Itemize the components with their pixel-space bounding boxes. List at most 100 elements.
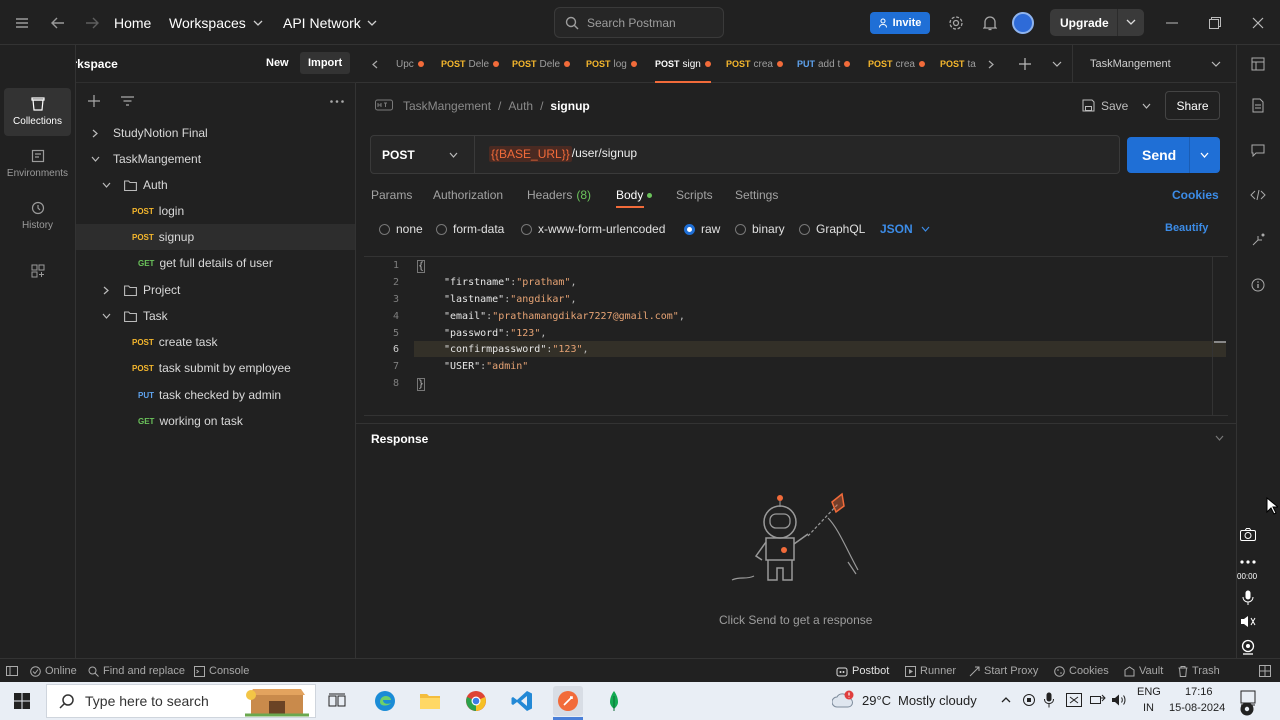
request-task-checked[interactable]: PUT task checked by admin <box>76 382 355 408</box>
documentation-icon[interactable] <box>1252 98 1264 113</box>
collection-studynotion[interactable]: StudyNotion Final <box>76 120 355 146</box>
new-tab-plus-icon[interactable] <box>1019 58 1031 70</box>
environment-quick-look-icon[interactable] <box>1251 57 1265 71</box>
input-language[interactable]: ENG <box>1137 686 1161 698</box>
tab-post-task[interactable]: POST ta <box>940 45 980 83</box>
tab-post-login[interactable]: POST log <box>586 45 642 83</box>
url-input[interactable]: {{BASE_URL}} /user/signup <box>489 146 637 162</box>
request-task-submit[interactable]: POST task submit by employee <box>76 355 355 381</box>
file-explorer-icon[interactable] <box>415 686 445 716</box>
beautify-link[interactable]: Beautify <box>1165 222 1208 234</box>
filter-icon[interactable] <box>121 96 134 106</box>
more-options-icon[interactable] <box>1240 560 1256 564</box>
folder-task[interactable]: Task <box>76 303 355 329</box>
trash[interactable]: Trash <box>1178 659 1220 683</box>
postbot[interactable]: Postbot <box>836 659 889 683</box>
nav-apps[interactable] <box>4 249 71 293</box>
radio-urlencoded[interactable]: x-www-form-urlencoded <box>521 222 665 236</box>
tray-volume-icon[interactable] <box>1111 693 1127 707</box>
radio-binary[interactable]: binary <box>735 222 785 236</box>
tray-microphone-icon[interactable] <box>1044 692 1054 708</box>
tabs-dropdown-icon[interactable] <box>1052 61 1062 67</box>
share-button[interactable]: Share <box>1165 91 1220 120</box>
minimize-window-icon[interactable] <box>1162 13 1182 33</box>
postman-app-icon[interactable] <box>553 686 583 716</box>
cookies-status[interactable]: Cookies <box>1054 659 1109 683</box>
format-select[interactable]: JSON <box>880 222 930 236</box>
notifications-bell-icon[interactable] <box>980 13 1000 33</box>
webcam-icon[interactable] <box>1240 639 1256 655</box>
request-create-task[interactable]: POST create task <box>76 329 355 355</box>
tab-headers[interactable]: Headers (8) <box>527 188 591 202</box>
user-avatar[interactable] <box>1012 12 1034 34</box>
breadcrumb-folder[interactable]: Auth <box>508 99 533 113</box>
tab-upcoming[interactable]: Upc <box>396 45 430 83</box>
tray-battery-icon[interactable] <box>1090 693 1106 707</box>
chevron-down-icon[interactable] <box>1126 19 1136 25</box>
find-replace[interactable]: Find and replace <box>88 659 185 683</box>
breadcrumb-collection[interactable]: TaskMangement <box>403 99 491 113</box>
tab-body[interactable]: Body <box>616 188 653 208</box>
forward-arrow-icon[interactable] <box>82 13 102 33</box>
tray-screen-icon[interactable] <box>1066 693 1082 707</box>
tab-authorization[interactable]: Authorization <box>433 188 503 202</box>
taskbar-search[interactable]: Type here to search <box>46 684 316 718</box>
comments-icon[interactable] <box>1251 144 1265 157</box>
camera-icon[interactable] <box>1240 528 1256 541</box>
request-signup[interactable]: POST signup <box>76 224 355 250</box>
radio-form-data[interactable]: form-data <box>436 222 504 236</box>
show-hidden-icons-chevron[interactable] <box>1001 697 1011 703</box>
chrome-browser-icon[interactable] <box>461 686 491 716</box>
send-dropdown-icon[interactable] <box>1200 152 1209 158</box>
radio-graphql[interactable]: GraphQL <box>799 222 865 236</box>
breadcrumb-request[interactable]: signup <box>550 99 589 113</box>
home-link[interactable]: Home <box>114 0 151 45</box>
task-view-icon[interactable] <box>322 686 352 716</box>
scroll-tabs-left-icon[interactable] <box>372 60 378 69</box>
edge-browser-icon[interactable] <box>370 686 400 716</box>
online-status[interactable]: Online <box>30 659 77 683</box>
upgrade-button[interactable]: Upgrade <box>1050 9 1144 36</box>
recorder-settings-gear-icon[interactable] <box>1240 702 1254 716</box>
microphone-icon[interactable] <box>1242 590 1254 606</box>
new-button[interactable]: New <box>258 52 297 74</box>
response-header[interactable]: Response <box>356 423 1236 451</box>
workspaces-menu[interactable]: Workspaces <box>169 0 263 45</box>
tab-post-delete-1[interactable]: POST Dele <box>441 45 501 83</box>
menu-icon[interactable] <box>12 13 32 33</box>
start-proxy[interactable]: Start Proxy <box>969 659 1038 683</box>
mongodb-compass-icon[interactable] <box>599 686 629 716</box>
tray-app-icon[interactable] <box>1022 693 1036 707</box>
related-collections-icon[interactable] <box>1251 233 1265 247</box>
console[interactable]: Console <box>194 659 249 683</box>
tab-post-create-2[interactable]: POST crea <box>868 45 930 83</box>
settings-gear-icon[interactable] <box>946 13 966 33</box>
request-get-user-details[interactable]: GET get full details of user <box>76 250 355 276</box>
close-window-icon[interactable] <box>1248 13 1268 33</box>
clock-time[interactable]: 17:16 <box>1185 686 1213 698</box>
folder-auth[interactable]: Auth <box>76 172 355 198</box>
body-code-editor[interactable]: 1 { 2 "firstname":"pratham", 3 "lastname… <box>364 256 1228 416</box>
nav-collections[interactable]: Collections <box>4 88 71 136</box>
runner[interactable]: Runner <box>905 659 956 683</box>
tab-params[interactable]: Params <box>371 188 412 202</box>
collection-taskmangement[interactable]: TaskMangement <box>76 146 355 172</box>
info-icon[interactable] <box>1251 278 1265 292</box>
toggle-sidebar-icon[interactable] <box>6 659 18 683</box>
folder-project[interactable]: Project <box>76 277 355 303</box>
vault[interactable]: Vault <box>1124 659 1163 683</box>
layout-grid-icon[interactable] <box>1259 665 1271 677</box>
request-working-on-task[interactable]: GET working on task <box>76 408 355 434</box>
speaker-icon[interactable] <box>1240 615 1256 628</box>
tab-put-add[interactable]: PUT add t <box>797 45 855 83</box>
method-select[interactable]: POST <box>371 136 475 173</box>
radio-raw[interactable]: raw <box>684 222 720 236</box>
import-button[interactable]: Import <box>300 52 351 74</box>
tab-settings[interactable]: Settings <box>735 188 778 202</box>
tab-post-create[interactable]: POST crea <box>726 45 788 83</box>
scroll-tabs-right-icon[interactable] <box>988 60 994 69</box>
api-network-menu[interactable]: API Network <box>283 0 377 45</box>
code-snippet-icon[interactable] <box>1250 190 1266 200</box>
nav-history[interactable]: History <box>4 192 71 240</box>
cookies-link[interactable]: Cookies <box>1172 188 1219 202</box>
